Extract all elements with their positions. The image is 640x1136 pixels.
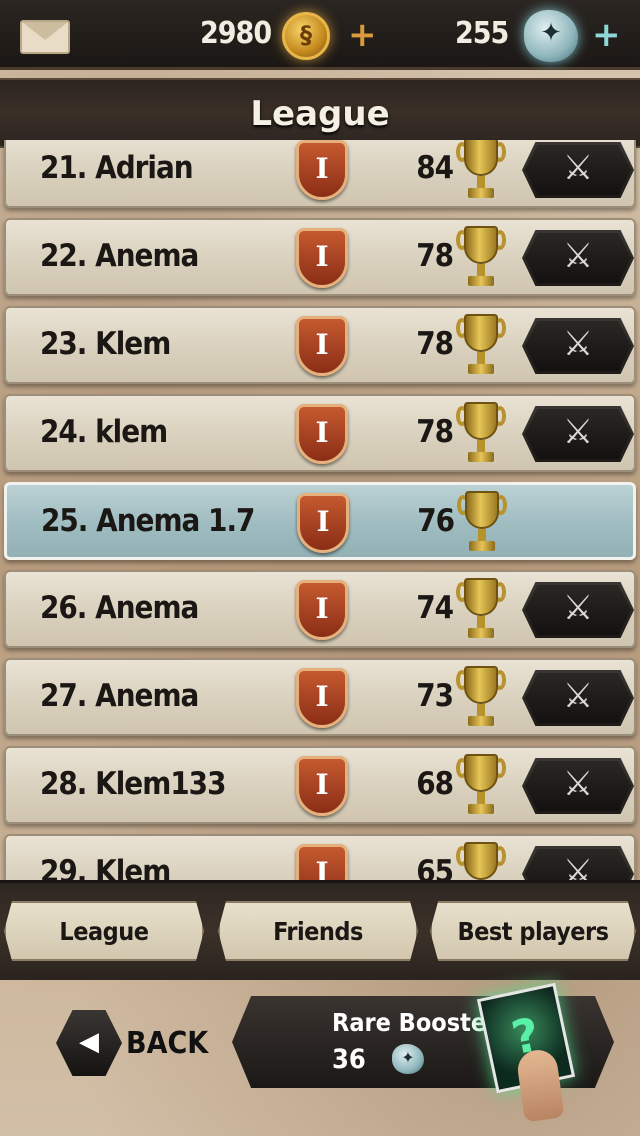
league-tier-label: I (315, 768, 329, 801)
envelope-icon[interactable] (20, 20, 70, 54)
shield-icon: I (296, 228, 348, 288)
shield-icon: I (297, 493, 349, 553)
league-row[interactable]: 23. Klem I 78 ⚔ (4, 306, 636, 384)
league-row[interactable]: 26. Anema I 74 ⚔ (4, 570, 636, 648)
title-banner: League (0, 78, 640, 148)
tab-league[interactable]: League (4, 901, 204, 961)
page-title: League (250, 94, 390, 134)
trophy-icon (456, 402, 506, 466)
league-row[interactable]: 21. Adrian I 84 ⚔ (4, 140, 636, 208)
league-tier-label: I (315, 152, 329, 185)
league-tier-label: I (315, 680, 329, 713)
league-tier-label: I (316, 505, 330, 538)
back-button[interactable]: ◀ BACK (56, 1010, 209, 1076)
trophy-score: 76 (417, 503, 455, 539)
tab-best-players-label: Best players (457, 917, 609, 946)
add-gold-button[interactable]: + (348, 18, 377, 52)
league-row[interactable]: 28. Klem133 I 68 ⚔ (4, 746, 636, 824)
challenge-button[interactable]: ⚔ (522, 406, 634, 462)
league-row[interactable]: 29. Klem I 65 ⚔ (4, 834, 636, 885)
trophy-icon (456, 226, 506, 290)
gold-amount: 2980 (200, 16, 272, 51)
trophy-score: 74 (416, 590, 454, 626)
league-row[interactable]: 24. klem I 78 ⚔ (4, 394, 636, 472)
trophy-score: 68 (416, 766, 454, 802)
gem-amount: 255 (455, 16, 509, 51)
crossed-swords-icon: ⚔ (562, 588, 594, 628)
league-list[interactable]: 21. Adrian I 84 ⚔ 22. Anema I 78 ⚔ 23. Klem I 78 ⚔ 2… (0, 140, 640, 885)
tab-league-label: League (59, 917, 149, 946)
league-tier-label: I (315, 592, 329, 625)
shield-icon: I (296, 844, 348, 885)
challenge-button[interactable]: ⚔ (522, 318, 634, 374)
trophy-icon (456, 842, 506, 885)
shield-icon: I (296, 140, 348, 200)
league-row[interactable]: 27. Anema I 73 ⚔ (4, 658, 636, 736)
shield-icon: I (296, 756, 348, 816)
league-row[interactable]: 22. Anema I 78 ⚔ (4, 218, 636, 296)
challenge-button[interactable]: ⚔ (522, 142, 634, 198)
player-rank-name: 27. Anema (40, 678, 199, 714)
trophy-score: 84 (416, 150, 454, 186)
back-label: BACK (126, 1026, 209, 1061)
trophy-icon (456, 666, 506, 730)
tab-best-players[interactable]: Best players (430, 901, 636, 961)
trophy-score: 73 (416, 678, 454, 714)
rune-gem-icon (524, 10, 578, 62)
rune-gem-icon (392, 1044, 424, 1074)
crossed-swords-icon: ⚔ (562, 324, 594, 364)
crossed-swords-icon: ⚔ (562, 764, 594, 804)
player-rank-name: 26. Anema (40, 590, 199, 626)
trophy-icon (456, 578, 506, 642)
add-gems-button[interactable]: + (592, 18, 621, 52)
crossed-swords-icon: ⚔ (562, 676, 594, 716)
crossed-swords-icon: ⚔ (562, 236, 594, 276)
tabs-bar: League Friends Best players (0, 880, 640, 980)
shield-icon: I (296, 580, 348, 640)
shield-icon: I (296, 668, 348, 728)
back-arrow-icon: ◀ (56, 1010, 122, 1076)
trophy-score: 78 (416, 414, 454, 450)
player-rank-name: 24. klem (40, 414, 168, 450)
challenge-button[interactable]: ⚔ (522, 670, 634, 726)
challenge-button[interactable]: ⚔ (522, 582, 634, 638)
shield-icon: I (296, 316, 348, 376)
trophy-icon (457, 491, 507, 555)
player-rank-name: 28. Klem133 (40, 766, 226, 802)
player-rank-name: 23. Klem (40, 326, 171, 362)
player-rank-name: 21. Adrian (40, 150, 194, 186)
challenge-button[interactable]: ⚔ (522, 758, 634, 814)
crossed-swords-icon: ⚔ (562, 412, 594, 452)
trophy-icon (456, 754, 506, 818)
league-tier-label: I (315, 416, 329, 449)
trophy-icon (456, 314, 506, 378)
trophy-score: 78 (416, 238, 454, 274)
top-bar: 2980 + 255 + (0, 0, 640, 70)
booster-title: Rare Booster (332, 1008, 498, 1037)
challenge-button[interactable]: ⚔ (522, 230, 634, 286)
league-tier-label: I (315, 240, 329, 273)
tab-friends-label: Friends (273, 917, 363, 946)
league-row-current-player[interactable]: 25. Anema 1.7 I 76 (4, 482, 636, 560)
booster-cost: 36 (332, 1044, 366, 1075)
trophy-icon (456, 140, 506, 202)
trophy-score: 78 (416, 326, 454, 362)
player-rank-name: 22. Anema (40, 238, 199, 274)
shield-icon: I (296, 404, 348, 464)
league-tier-label: I (315, 328, 329, 361)
gold-coin-icon (282, 12, 330, 60)
crossed-swords-icon: ⚔ (562, 148, 594, 188)
player-rank-name: 25. Anema 1.7 (41, 503, 255, 539)
tab-friends[interactable]: Friends (218, 901, 418, 961)
